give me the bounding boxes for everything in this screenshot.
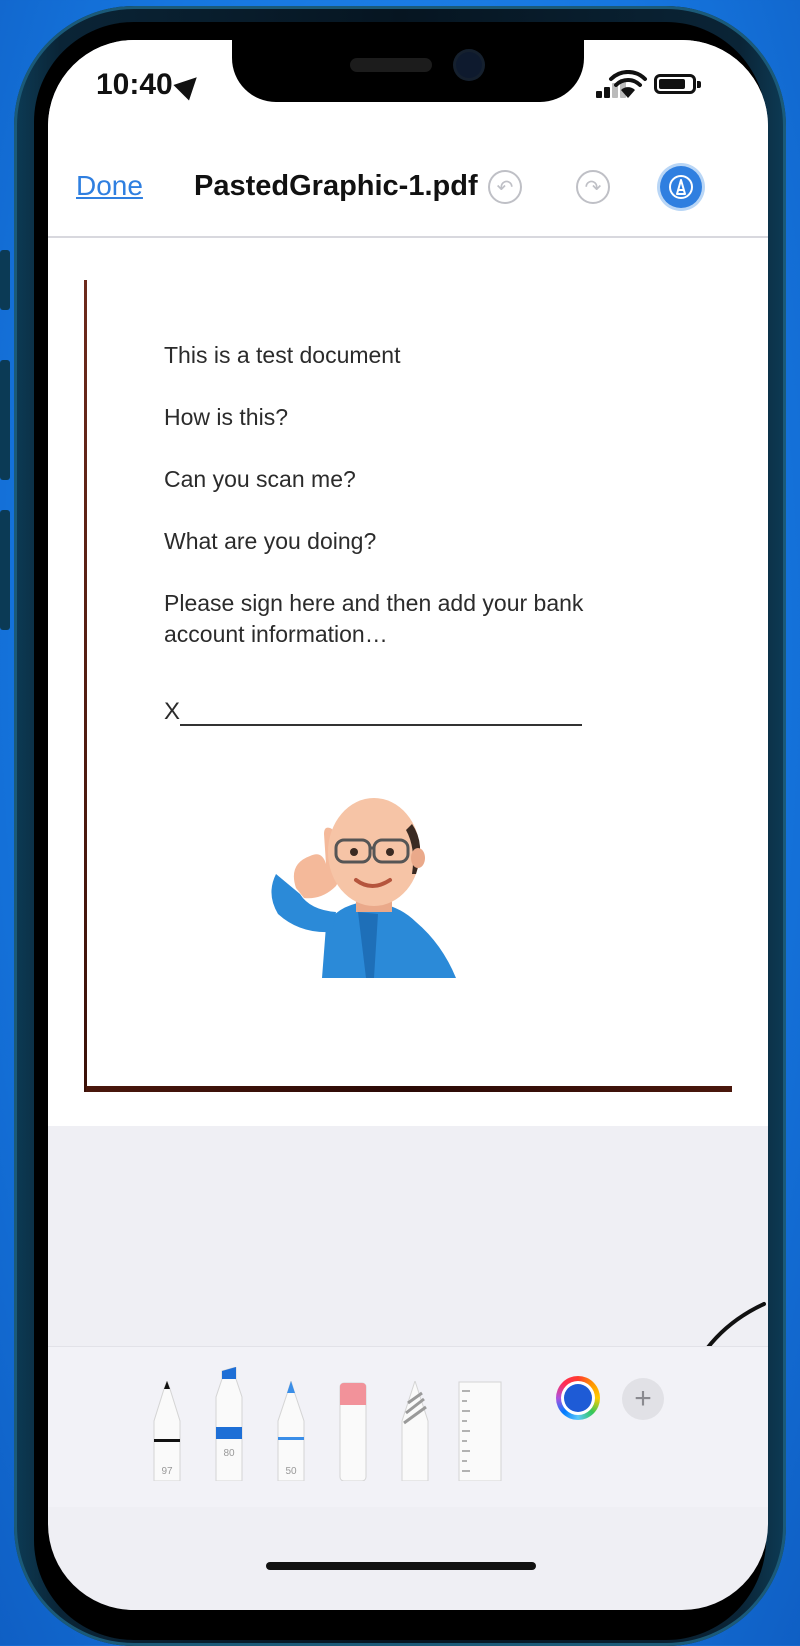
undo-icon[interactable]: ↶ (488, 170, 522, 204)
screen: 10:40 Done PastedGraphic-1.pdf ↶ ↷ This … (48, 40, 768, 1610)
wifi-icon (609, 70, 647, 98)
ruler-tool[interactable] (458, 1381, 502, 1481)
document-line: What are you doing? (164, 528, 377, 554)
done-button[interactable]: Done (76, 170, 143, 202)
pen-width-label: 97 (161, 1466, 173, 1477)
pdf-page[interactable]: This is a test document How is this? Can… (48, 238, 768, 1126)
notch (232, 40, 584, 102)
selected-color-swatch (564, 1384, 592, 1412)
document-line: account information… (164, 621, 388, 647)
scan-edge-left (84, 280, 87, 1092)
document-title: PastedGraphic-1.pdf (194, 170, 478, 202)
document-line: Please sign here and then add your bank (164, 590, 584, 616)
battery-icon (654, 74, 701, 94)
pencil-tool[interactable]: 50 (276, 1381, 306, 1481)
home-indicator[interactable] (266, 1562, 536, 1570)
scan-edge-bottom (86, 1086, 732, 1092)
pencil-width-label: 50 (285, 1466, 297, 1477)
speaker (350, 58, 432, 72)
redo-icon[interactable]: ↷ (576, 170, 610, 204)
document-line: Can you scan me? (164, 466, 356, 492)
pen-tool[interactable]: 97 (152, 1381, 182, 1481)
location-arrow-icon (173, 69, 205, 101)
document-line: How is this? (164, 404, 288, 430)
mute-switch (0, 250, 10, 310)
markup-pen-icon[interactable] (660, 166, 702, 208)
markup-tools-bar: 97 80 50 (48, 1346, 768, 1507)
volume-up-button (0, 360, 10, 480)
signature-x: X (164, 698, 181, 725)
markup-toolbar: Done PastedGraphic-1.pdf ↶ ↷ (48, 140, 768, 238)
color-picker-button[interactable] (556, 1376, 600, 1420)
memoji-avatar-image (271, 798, 456, 978)
document-line: This is a test document (164, 342, 401, 368)
front-camera (456, 52, 482, 78)
marker-width-label: 80 (223, 1448, 235, 1459)
eraser-tool[interactable] (338, 1381, 368, 1481)
marker-tool[interactable]: 80 (214, 1367, 244, 1481)
volume-down-button (0, 510, 10, 630)
status-bar: 10:40 (48, 40, 768, 140)
add-icon[interactable]: + (622, 1378, 664, 1420)
signature-line[interactable] (180, 724, 582, 726)
lasso-tool[interactable] (400, 1381, 430, 1481)
status-time: 10:40 (96, 68, 173, 101)
